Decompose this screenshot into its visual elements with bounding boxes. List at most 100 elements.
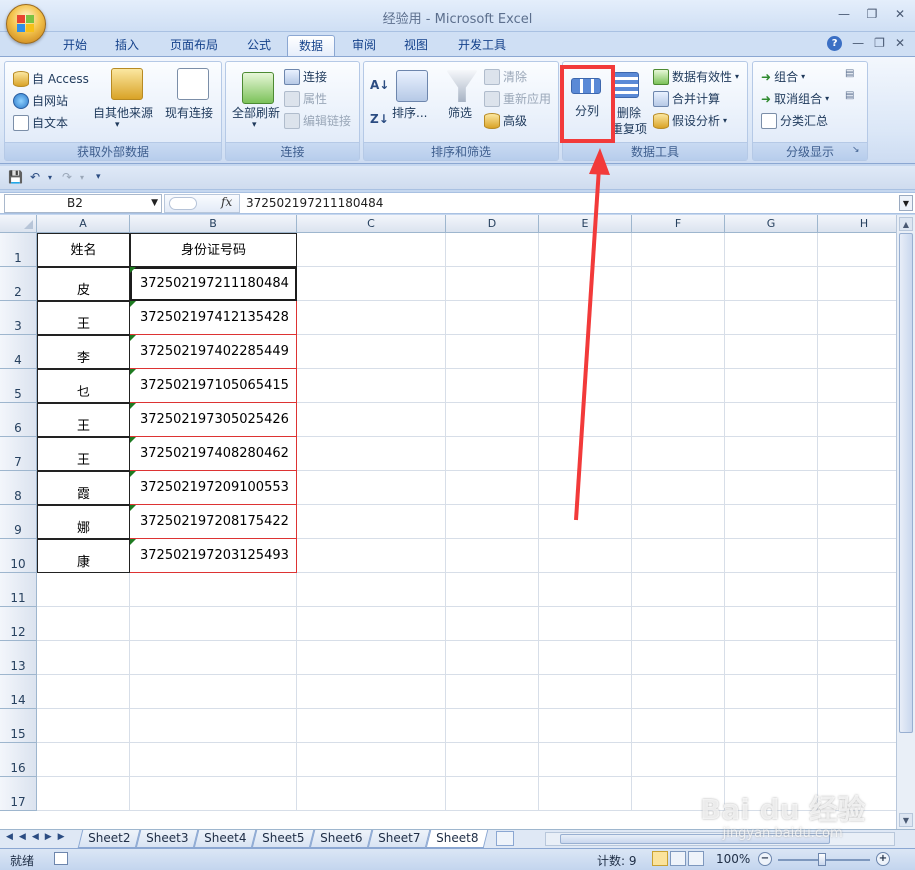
cell-F4[interactable] [632,335,725,369]
cell-F11[interactable] [632,573,725,607]
cell-H15[interactable] [818,709,896,743]
cell-E1[interactable] [539,233,632,267]
cell-H12[interactable] [818,607,896,641]
undo-icon[interactable]: ↶ [30,170,40,184]
cell-D6[interactable] [446,403,539,437]
scroll-up-icon[interactable]: ▲ [899,217,913,231]
cell-B14[interactable] [130,675,297,709]
cell-C17[interactable] [297,777,446,811]
chevron-down-icon[interactable]: ▾ [115,120,120,130]
cell-A10[interactable]: 康 [37,539,130,573]
tab-page-layout[interactable]: 页面布局 [162,35,226,56]
cell-A17[interactable] [37,777,130,811]
chevron-down-icon[interactable]: ▾ [48,173,52,182]
cell-F15[interactable] [632,709,725,743]
tab-data[interactable]: 数据 [287,35,335,56]
tab-review[interactable]: 审阅 [343,35,385,56]
tab-insert[interactable]: 插入 [106,35,148,56]
reapply-button[interactable]: 重新应用 [484,90,551,107]
select-all-corner[interactable] [0,215,37,233]
row-header-11[interactable]: 11 [0,573,37,607]
from-text-button[interactable]: 自文本 [13,114,68,131]
cell-D1[interactable] [446,233,539,267]
row-header-9[interactable]: 9 [0,505,37,539]
cell-H4[interactable] [818,335,896,369]
other-sources-label[interactable]: 自其他来源 [93,104,153,121]
cell-B8[interactable]: 372502197209100553 [130,471,297,505]
filter-icon[interactable] [446,70,478,102]
row-header-17[interactable]: 17 [0,777,37,811]
zoom-in-icon[interactable]: + [876,852,890,866]
error-indicator-icon[interactable] [130,403,136,409]
cell-H7[interactable] [818,437,896,471]
error-indicator-icon[interactable] [130,471,136,477]
cell-H14[interactable] [818,675,896,709]
refresh-all-icon[interactable] [242,72,274,104]
customize-qat-icon[interactable]: ▾ [96,172,101,182]
show-detail-icon[interactable]: ▤ [845,68,854,79]
error-indicator-icon[interactable] [130,301,136,307]
cell-E2[interactable] [539,267,632,301]
cell-D10[interactable] [446,539,539,573]
what-if-button[interactable]: 假设分析 ▾ [653,112,727,129]
cell-E16[interactable] [539,743,632,777]
cell-D4[interactable] [446,335,539,369]
vertical-scrollbar[interactable]: ▲ ▼ [896,215,915,829]
cell-A11[interactable] [37,573,130,607]
name-box[interactable]: B2 ▼ [4,194,162,213]
cell-A6[interactable]: 王 [37,403,130,437]
column-header-F[interactable]: F [632,215,725,233]
sort-icon[interactable] [396,70,428,102]
column-header-G[interactable]: G [725,215,818,233]
zoom-out-icon[interactable]: − [758,852,772,866]
formula-input[interactable]: 372502197211180484 [246,196,383,210]
row-header-3[interactable]: 3 [0,301,37,335]
cell-C2[interactable] [297,267,446,301]
sheet-tab-sheet5[interactable]: Sheet5 [251,830,315,848]
cell-E11[interactable] [539,573,632,607]
minimize-icon[interactable]: — [835,6,853,22]
cell-B11[interactable] [130,573,297,607]
cell-C3[interactable] [297,301,446,335]
cell-A16[interactable] [37,743,130,777]
ribbon-minimize-icon[interactable]: — [852,36,864,51]
cell-A13[interactable] [37,641,130,675]
dialog-launcher-icon[interactable]: ↘ [852,145,860,155]
cell-C5[interactable] [297,369,446,403]
other-sources-icon[interactable] [111,68,143,100]
ribbon-close-icon[interactable]: ✕ [895,36,905,51]
sheet-nav-arrows-icon[interactable]: ◀◀◀▶▶ [6,832,71,842]
cell-H2[interactable] [818,267,896,301]
row-header-16[interactable]: 16 [0,743,37,777]
cell-C4[interactable] [297,335,446,369]
cell-D11[interactable] [446,573,539,607]
existing-connections-icon[interactable] [177,68,209,100]
error-indicator-icon[interactable] [130,437,136,443]
cell-E12[interactable] [539,607,632,641]
cell-B3[interactable]: 372502197412135428 [130,301,297,335]
cell-B10[interactable]: 372502197203125493 [130,539,297,573]
remove-duplicates-label-2[interactable]: 重复项 [611,120,647,137]
cell-G1[interactable] [725,233,818,267]
tab-formulas[interactable]: 公式 [238,35,280,56]
clear-button[interactable]: 清除 [484,68,527,85]
sort-az-icon[interactable]: A↓ [370,78,389,92]
cell-A7[interactable]: 王 [37,437,130,471]
cell-G5[interactable] [725,369,818,403]
cell-B7[interactable]: 372502197408280462 [130,437,297,471]
cell-H6[interactable] [818,403,896,437]
restore-icon[interactable]: ❐ [863,6,881,22]
cell-D14[interactable] [446,675,539,709]
cell-F16[interactable] [632,743,725,777]
cell-F13[interactable] [632,641,725,675]
row-header-14[interactable]: 14 [0,675,37,709]
consolidate-button[interactable]: 合并计算 [653,90,720,107]
subtotal-button[interactable]: 分类汇总 [761,112,828,129]
cell-D15[interactable] [446,709,539,743]
cell-E6[interactable] [539,403,632,437]
error-indicator-icon[interactable] [130,539,136,545]
cell-F10[interactable] [632,539,725,573]
macro-record-icon[interactable] [54,852,68,865]
spreadsheet-grid[interactable]: A B C D E F G H 1 姓名 身份证号码 2 皮 372502197211180484 3 王 37… [0,215,896,829]
zoom-level[interactable]: 100% [716,852,750,866]
